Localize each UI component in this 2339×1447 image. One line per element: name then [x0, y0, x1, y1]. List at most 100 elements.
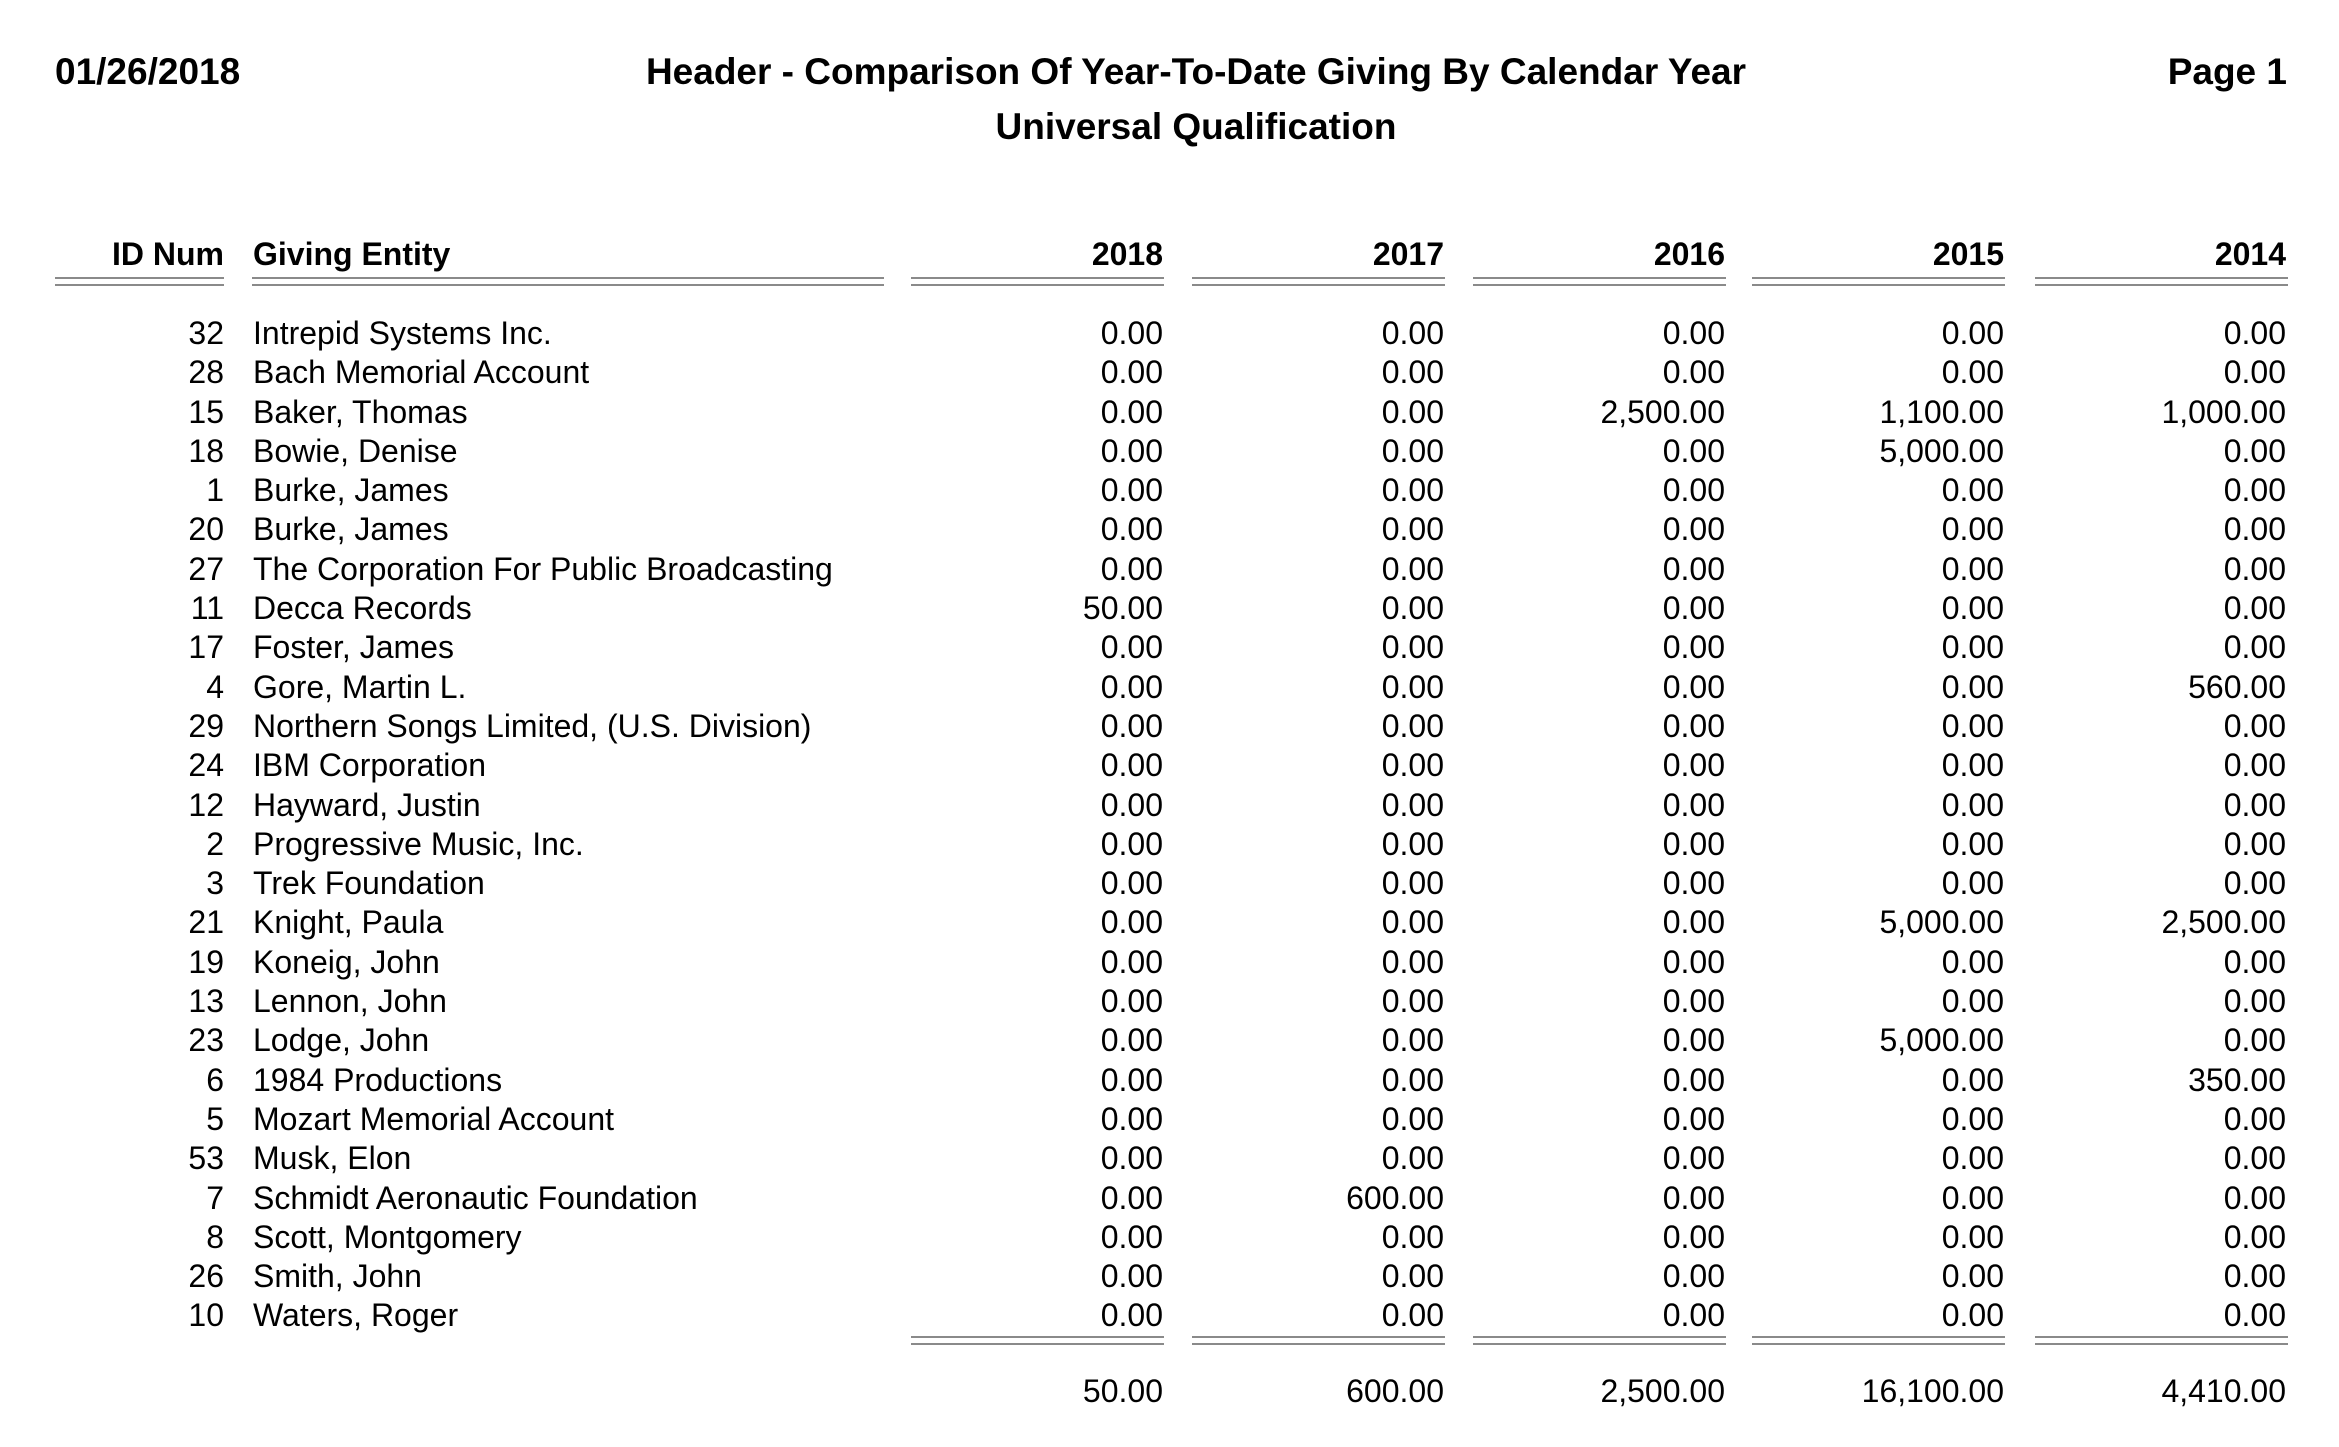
- table-row: 26 Smith, John 0.00 0.00 0.00 0.00 0.00: [0, 1257, 2339, 1296]
- amount-cell-2016: 0.00: [1662, 1061, 1725, 1098]
- amount-cell-2015: 0.00: [1941, 865, 2004, 902]
- table-row: 7 Schmidt Aeronautic Foundation 0.00 600.00…: [0, 1179, 2339, 1218]
- amount-cell-2016: 0.00: [1662, 1140, 1725, 1177]
- amount-cell-2017: 0.00: [1381, 1022, 1444, 1059]
- giving-entity-cell: Gore, Martin L.: [253, 668, 467, 705]
- table-row: 17 Foster, James 0.00 0.00 0.00 0.00 0.00: [0, 628, 2339, 667]
- amount-cell-2018: 0.00: [1100, 904, 1163, 941]
- amount-cell-2015: 5,000.00: [1879, 1022, 2004, 1059]
- amount-cell-2014: 0.00: [2223, 1140, 2286, 1177]
- header-rule-2018: [911, 277, 1164, 286]
- id-num-cell: 24: [188, 747, 224, 784]
- column-header-2015: 2015: [1932, 236, 2004, 272]
- amount-cell-2017: 0.00: [1381, 472, 1444, 509]
- amount-cell-2018: 0.00: [1100, 1218, 1163, 1255]
- amount-cell-2015: 0.00: [1941, 1100, 2004, 1137]
- amount-cell-2018: 0.00: [1100, 432, 1163, 469]
- amount-cell-2015: 0.00: [1941, 668, 2004, 705]
- amount-cell-2017: 0.00: [1381, 1297, 1444, 1334]
- amount-cell-2016: 0.00: [1662, 1022, 1725, 1059]
- giving-entity-cell: Smith, John: [253, 1258, 422, 1295]
- amount-cell-2017: 0.00: [1381, 668, 1444, 705]
- amount-cell-2014: 0.00: [2223, 550, 2286, 587]
- giving-entity-cell: Bach Memorial Account: [253, 354, 590, 391]
- amount-cell-2016: 0.00: [1662, 786, 1725, 823]
- total-rule-2015: [1752, 1336, 2005, 1345]
- table-row: 28 Bach Memorial Account 0.00 0.00 0.00 0.00 0…: [0, 353, 2339, 392]
- report-title: Header - Comparison Of Year-To-Date Givi…: [645, 51, 1747, 92]
- amount-cell-2014: 0.00: [2223, 825, 2286, 862]
- amount-cell-2016: 0.00: [1662, 1179, 1725, 1216]
- id-num-cell: 28: [188, 354, 224, 391]
- giving-entity-cell: Burke, James: [253, 511, 449, 548]
- giving-entity-cell: Koneig, John: [253, 943, 440, 980]
- amount-cell-2015: 0.00: [1941, 707, 2004, 744]
- amount-cell-2016: 0.00: [1662, 1258, 1725, 1295]
- column-header-entity: Giving Entity: [253, 236, 451, 272]
- amount-cell-2015: 0.00: [1941, 786, 2004, 823]
- total-2017: 600.00: [1346, 1373, 1444, 1409]
- amount-cell-2017: 0.00: [1381, 983, 1444, 1020]
- amount-cell-2016: 2,500.00: [1600, 393, 1725, 430]
- amount-cell-2017: 0.00: [1381, 865, 1444, 902]
- total-2015: 16,100.00: [1861, 1373, 2004, 1409]
- giving-entity-cell: Knight, Paula: [253, 904, 444, 941]
- amount-cell-2018: 0.00: [1100, 629, 1163, 666]
- amount-cell-2016: 0.00: [1662, 1297, 1725, 1334]
- giving-entity-cell: Waters, Roger: [253, 1297, 459, 1334]
- total-2018: 50.00: [1082, 1373, 1163, 1409]
- giving-entity-cell: Baker, Thomas: [253, 393, 468, 430]
- amount-cell-2018: 0.00: [1100, 472, 1163, 509]
- page-number: Page 1: [2167, 51, 2287, 92]
- amount-cell-2018: 0.00: [1100, 354, 1163, 391]
- amount-cell-2016: 0.00: [1662, 511, 1725, 548]
- giving-entity-cell: Musk, Elon: [253, 1140, 412, 1177]
- amount-cell-2017: 0.00: [1381, 1258, 1444, 1295]
- amount-cell-2016: 0.00: [1662, 1100, 1725, 1137]
- amount-cell-2016: 0.00: [1662, 825, 1725, 862]
- amount-cell-2018: 0.00: [1100, 943, 1163, 980]
- id-num-cell: 7: [206, 1179, 224, 1216]
- amount-cell-2015: 0.00: [1941, 983, 2004, 1020]
- amount-cell-2016: 0.00: [1662, 590, 1725, 627]
- amount-cell-2018: 0.00: [1100, 747, 1163, 784]
- amount-cell-2014: 0.00: [2223, 432, 2286, 469]
- amount-cell-2018: 0.00: [1100, 707, 1163, 744]
- amount-cell-2015: 0.00: [1941, 590, 2004, 627]
- amount-cell-2015: 0.00: [1941, 1297, 2004, 1334]
- amount-cell-2016: 0.00: [1662, 943, 1725, 980]
- amount-cell-2015: 1,100.00: [1879, 393, 2004, 430]
- table-row: 5 Mozart Memorial Account 0.00 0.00 0.00 0.00…: [0, 1100, 2339, 1139]
- amount-cell-2016: 0.00: [1662, 432, 1725, 469]
- table-row: 32 Intrepid Systems Inc. 0.00 0.00 0.00 0.00 0…: [0, 314, 2339, 353]
- id-num-cell: 32: [188, 315, 224, 351]
- giving-entity-cell: Scott, Montgomery: [253, 1218, 522, 1255]
- amount-cell-2017: 0.00: [1381, 747, 1444, 784]
- header-rule-id: [55, 277, 224, 286]
- amount-cell-2016: 0.00: [1662, 904, 1725, 941]
- amount-cell-2015: 0.00: [1941, 550, 2004, 587]
- amount-cell-2014: 0.00: [2223, 1218, 2286, 1255]
- giving-entity-cell: Trek Foundation: [253, 865, 485, 902]
- table-row: 8 Scott, Montgomery 0.00 0.00 0.00 0.00 0.00: [0, 1218, 2339, 1257]
- table-row: 6 1984 Productions 0.00 0.00 0.00 0.00 350.00: [0, 1061, 2339, 1100]
- amount-cell-2014: 0.00: [2223, 1179, 2286, 1216]
- giving-entity-cell: IBM Corporation: [253, 747, 486, 784]
- amount-cell-2018: 0.00: [1100, 786, 1163, 823]
- amount-cell-2017: 0.00: [1381, 511, 1444, 548]
- amount-cell-2018: 0.00: [1100, 315, 1163, 351]
- id-num-cell: 53: [188, 1140, 224, 1177]
- amount-cell-2015: 0.00: [1941, 1218, 2004, 1255]
- amount-cell-2016: 0.00: [1662, 472, 1725, 509]
- amount-cell-2017: 0.00: [1381, 943, 1444, 980]
- amount-cell-2015: 5,000.00: [1879, 432, 2004, 469]
- table-row: 13 Lennon, John 0.00 0.00 0.00 0.00 0.00: [0, 982, 2339, 1021]
- amount-cell-2017: 0.00: [1381, 393, 1444, 430]
- amount-cell-2015: 0.00: [1941, 1258, 2004, 1295]
- table-row: 18 Bowie, Denise 0.00 0.00 0.00 5,000.00 0.00: [0, 432, 2339, 471]
- id-num-cell: 13: [188, 983, 224, 1020]
- giving-entity-cell: Schmidt Aeronautic Foundation: [253, 1179, 698, 1216]
- amount-cell-2018: 0.00: [1100, 668, 1163, 705]
- total-2016: 2,500.00: [1600, 1373, 1725, 1409]
- total-rule-2014: [2035, 1336, 2288, 1345]
